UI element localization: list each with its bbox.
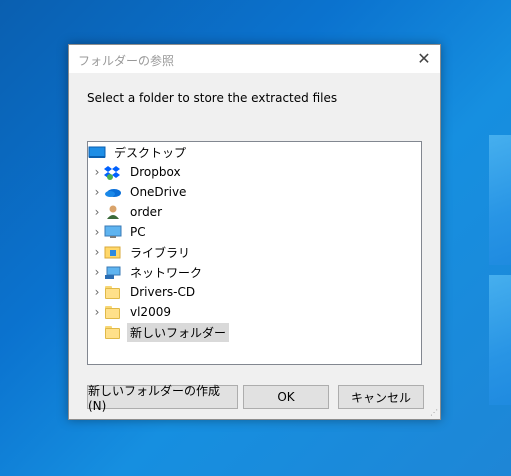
button-row: 新しいフォルダーの作成(N) OK キャンセル [87,384,427,413]
tree-item-new-folder[interactable]: 新しいフォルダー [104,322,230,342]
browse-folder-dialog: フォルダーの参照 ✕ Select a folder to store the … [68,44,441,420]
dialog-title: フォルダーの参照 [78,54,175,68]
tree-item-label: デスクトップ [114,145,187,160]
tree-item-network[interactable]: › ネットワーク [90,262,205,282]
tree-item-onedrive[interactable]: › OneDrive [90,182,189,202]
tree-item-label: vl2009 [130,305,171,319]
tree-item-label: ネットワーク [130,265,203,280]
tree-item-drivers-cd[interactable]: › Drivers-CD [90,282,198,302]
tree-item-label: Drivers-CD [130,285,196,299]
folder-icon [104,284,122,300]
cancel-button[interactable]: キャンセル [338,385,424,409]
tree-item-label: order [130,205,162,219]
chevron-right-icon[interactable]: › [90,165,104,179]
tree-item-label: 新しいフォルダー [127,322,230,342]
folder-icon [104,304,122,320]
chevron-right-icon[interactable]: › [90,225,104,239]
pc-icon [104,224,122,240]
chevron-right-icon[interactable]: › [90,205,104,219]
chevron-right-icon[interactable]: › [90,305,104,319]
tree-item-vl2009[interactable]: › vl2009 [90,302,174,322]
folder-icon [104,324,122,340]
desktop-wallpaper-pane [489,275,511,405]
close-icon[interactable]: ✕ [408,45,440,73]
tree-item-library[interactable]: › ライブラリ [90,242,193,262]
onedrive-icon [104,184,122,200]
tree-item-label: PC [130,225,146,239]
desktop-icon [88,144,106,160]
tree-item-order[interactable]: › order [90,202,165,222]
chevron-right-icon[interactable]: › [90,285,104,299]
tree-item-label: OneDrive [130,185,187,199]
network-icon [104,264,122,280]
dialog-description: Select a folder to store the extracted f… [87,91,338,105]
ok-button[interactable]: OK [243,385,329,409]
folder-tree[interactable]: デスクトップ › Dropbox › OneDrive › order › PC… [87,141,422,365]
tree-item-label: ライブラリ [130,245,191,260]
tree-item-dropbox[interactable]: › Dropbox [90,162,184,182]
title-bar: フォルダーの参照 ✕ [69,45,440,73]
desktop-wallpaper-pane [489,135,511,265]
tree-item-pc[interactable]: › PC [90,222,149,242]
resize-grip-icon[interactable]: ⋰ [430,408,438,417]
user-icon [104,204,122,220]
tree-item-label: Dropbox [130,165,181,179]
chevron-right-icon[interactable]: › [90,245,104,259]
library-icon [104,244,122,260]
chevron-right-icon[interactable]: › [90,265,104,279]
chevron-right-icon[interactable]: › [90,185,104,199]
dropbox-icon [104,164,122,180]
new-folder-button[interactable]: 新しいフォルダーの作成(N) [87,384,238,413]
tree-item-desktop[interactable]: デスクトップ [88,142,189,162]
